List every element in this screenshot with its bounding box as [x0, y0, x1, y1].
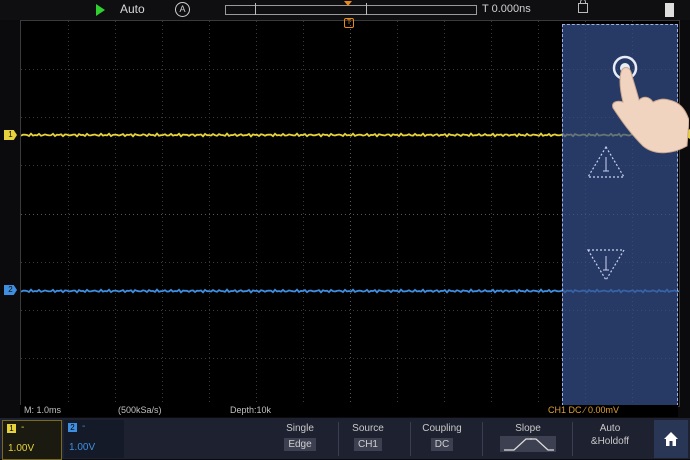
trigger-coupling-value: DC [430, 438, 454, 451]
trigger-slope-softkey[interactable]: Slope [490, 420, 566, 458]
ch2-offset-marker[interactable]: 2 [4, 285, 17, 295]
trigger-position-marker[interactable]: T [344, 18, 354, 28]
memory-trigger-icon [344, 1, 352, 6]
acquisition-status-row: M: 1.0ms (500kSa/s) Depth:10k CH1 DC ∕ 0… [20, 405, 678, 417]
trigger-status-label: CH1 DC ∕ 0.00mV [548, 405, 620, 415]
ch1-coupling: - [21, 422, 25, 433]
ch1-volts-per-div: 1.00V [8, 443, 35, 454]
trigger-slope-title: Slope [515, 423, 541, 434]
trigger-coupling-title: Coupling [422, 423, 462, 434]
ch2-info-box[interactable]: 2 - 1.00V [64, 420, 124, 458]
hand-pointer-icon [612, 55, 689, 154]
lock-icon [578, 0, 588, 13]
ch1-badge: 1 [7, 424, 16, 433]
sample-rate-label: (500kSa/s) [118, 405, 162, 415]
holdoff-value: &Holdoff [590, 436, 630, 447]
ch2-badge: 2 [68, 423, 77, 432]
holdoff-softkey[interactable]: Auto &Holdoff [572, 420, 648, 458]
ch1-info-box[interactable]: 1 - 1.00V [2, 420, 62, 460]
trigger-type-title: Single [286, 423, 314, 434]
timebase-label[interactable]: M: 1.0ms [24, 405, 61, 415]
softkey-divider [482, 422, 483, 456]
auto-badge: A [175, 2, 190, 17]
ch2-volts-per-div: 1.00V [69, 442, 96, 453]
run-arrow-icon[interactable] [96, 4, 105, 16]
trigger-type-softkey[interactable]: Single Edge [262, 420, 338, 458]
ch2-coupling: - [82, 421, 86, 432]
trigger-source-softkey[interactable]: Source CH1 [330, 420, 406, 458]
bottom-menu-bar: 1 - 1.00V 2 - 1.00V Single Edge Source C… [0, 418, 690, 460]
trigger-source-value: CH1 [353, 438, 382, 451]
trigger-mode-label[interactable]: Auto [120, 2, 145, 16]
record-depth-label: Depth:10k [230, 405, 272, 415]
battery-icon [665, 3, 674, 17]
trigger-type-value: Edge [284, 438, 316, 451]
arrow-down-icon[interactable] [586, 248, 626, 282]
home-button[interactable] [654, 420, 688, 458]
rising-slope-icon [500, 436, 556, 452]
top-status-bar: Auto A T 0.000ns [0, 0, 690, 20]
trigger-coupling-softkey[interactable]: Coupling DC [404, 420, 480, 458]
trigger-time-label: T 0.000ns [482, 3, 531, 15]
trigger-source-title: Source [352, 423, 384, 434]
ch1-offset-marker[interactable]: 1 [4, 130, 17, 140]
home-icon [664, 432, 678, 446]
holdoff-title: Auto [599, 423, 621, 434]
